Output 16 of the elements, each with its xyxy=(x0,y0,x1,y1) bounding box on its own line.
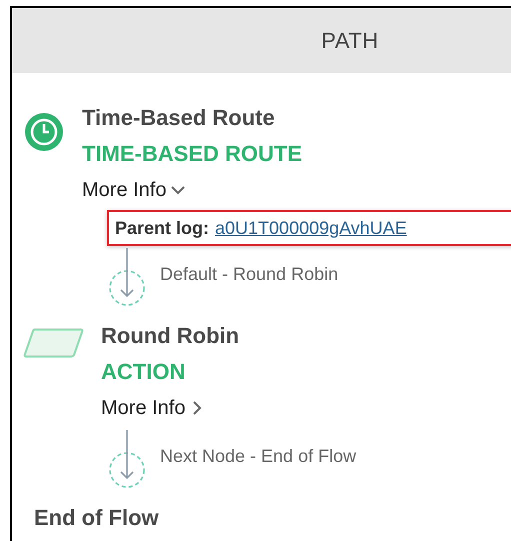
connector-label: Next Node - End of Flow xyxy=(160,446,356,467)
more-info-toggle[interactable]: More Info xyxy=(82,172,186,208)
node-type: ACTION xyxy=(101,358,186,386)
clock-icon xyxy=(25,113,63,151)
node-title: Round Robin xyxy=(101,322,240,350)
node-type: TIME-BASED ROUTE xyxy=(82,140,303,168)
node-title: End of Flow xyxy=(34,504,159,532)
parent-log-label: Parent log: xyxy=(115,218,210,238)
parent-log-link[interactable]: a0U1T000009gAvhUAE xyxy=(215,218,407,238)
parallelogram-icon xyxy=(23,328,84,358)
down-arrow-icon xyxy=(108,430,148,488)
connector-label: Default - Round Robin xyxy=(160,264,338,285)
more-info-toggle[interactable]: More Info xyxy=(101,390,206,426)
node-title: Time-Based Route xyxy=(82,104,276,132)
down-arrow-icon xyxy=(108,248,148,306)
header-title: PATH xyxy=(321,28,379,54)
